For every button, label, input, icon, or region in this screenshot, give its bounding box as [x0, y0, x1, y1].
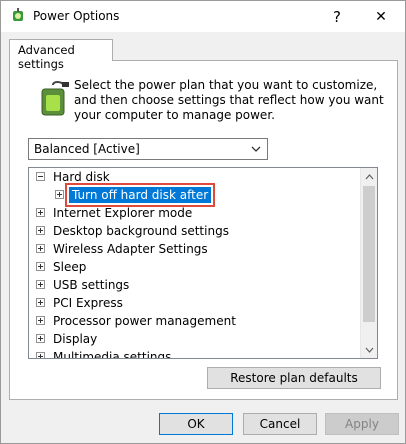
title-bar[interactable]: Power Options ? ✕ [1, 1, 405, 32]
cancel-button[interactable]: Cancel [243, 413, 317, 435]
expand-icon[interactable] [36, 280, 45, 289]
selected-tree-label[interactable]: Turn off hard disk after [64, 183, 216, 207]
window-title: Power Options [33, 9, 120, 23]
scroll-up-arrow[interactable] [361, 168, 377, 185]
advanced-settings-panel: Select the power plan that you want to c… [9, 60, 398, 400]
expand-icon[interactable] [36, 334, 45, 343]
tree-item-pci-express[interactable]: PCI Express [29, 294, 365, 312]
tree-item-display[interactable]: Display [29, 330, 365, 348]
battery-plug-icon [41, 81, 69, 116]
expand-icon[interactable] [36, 352, 45, 358]
scroll-down-arrow[interactable] [361, 341, 377, 358]
description-text: Select the power plan that you want to c… [74, 78, 384, 122]
tree-item-internet-explorer-mode[interactable]: Internet Explorer mode [29, 204, 365, 222]
power-options-icon [13, 8, 23, 21]
expand-icon[interactable] [36, 208, 45, 217]
expand-icon[interactable] [36, 298, 45, 307]
expand-icon[interactable] [36, 244, 45, 253]
expand-icon[interactable] [36, 262, 45, 271]
tree-item-sleep[interactable]: Sleep [29, 258, 365, 276]
close-button[interactable]: ✕ [359, 1, 403, 32]
settings-tree[interactable]: Hard disk Turn off hard disk after Inter… [28, 167, 378, 359]
tab-advanced-settings[interactable]: Advanced settings [9, 39, 113, 71]
tree-item-desktop-background-settings[interactable]: Desktop background settings [29, 222, 365, 240]
tree-item-processor-power-management[interactable]: Processor power management [29, 312, 365, 330]
power-options-window: Power Options ? ✕ Advanced settings Sele… [0, 0, 406, 444]
expand-icon[interactable] [36, 226, 45, 235]
restore-plan-defaults-button[interactable]: Restore plan defaults [207, 367, 381, 389]
chevron-down-icon [365, 347, 374, 353]
collapse-icon[interactable] [36, 172, 45, 181]
apply-button[interactable]: Apply [325, 413, 399, 435]
tree-item-multimedia-settings[interactable]: Multimedia settings [29, 348, 365, 358]
scroll-thumb[interactable] [363, 186, 375, 322]
chevron-down-icon [251, 146, 261, 152]
tree-item-usb-settings[interactable]: USB settings [29, 276, 365, 294]
chevron-up-icon [365, 173, 374, 179]
expand-icon[interactable] [55, 190, 64, 199]
help-button[interactable]: ? [315, 1, 359, 32]
ok-button[interactable]: OK [159, 413, 233, 435]
tree-scrollbar[interactable] [360, 168, 377, 358]
tree-item-hard-disk[interactable]: Hard disk [29, 168, 365, 186]
tree-item-wireless-adapter-settings[interactable]: Wireless Adapter Settings [29, 240, 365, 258]
power-plan-select[interactable]: Balanced [Active] [28, 138, 268, 160]
tree-item-turn-off-hard-disk-after[interactable]: Turn off hard disk after [29, 183, 365, 207]
power-plan-select-value: Balanced [Active] [34, 142, 140, 156]
expand-icon[interactable] [36, 316, 45, 325]
